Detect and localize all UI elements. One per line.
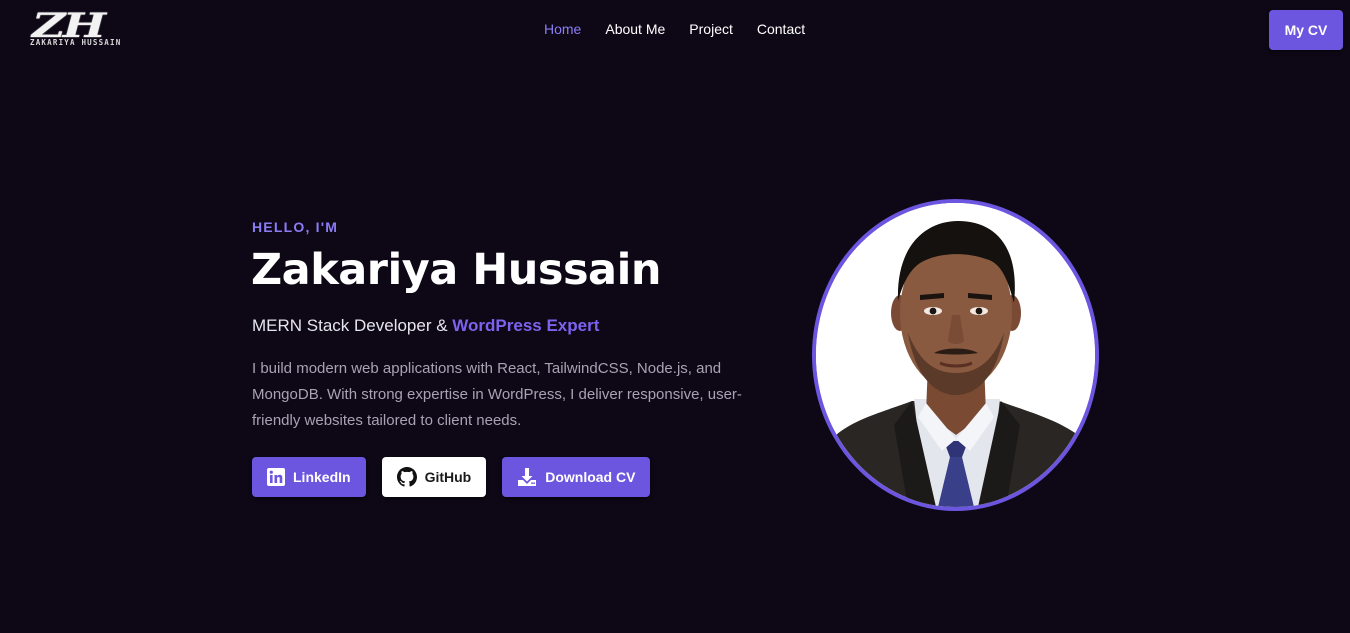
hero-description: I build modern web applications with Rea… bbox=[252, 360, 742, 429]
profile-photo bbox=[812, 199, 1099, 511]
nav-about-me[interactable]: About Me bbox=[605, 21, 665, 37]
nav-contact[interactable]: Contact bbox=[757, 21, 805, 37]
profile-portrait bbox=[816, 203, 1095, 507]
download-cv-button[interactable]: Download CV bbox=[502, 457, 651, 497]
role-prefix: MERN Stack Developer & bbox=[252, 316, 453, 335]
hero-name: Zakariya Hussain bbox=[251, 245, 661, 295]
hero-role: MERN Stack Developer & WordPress Expert bbox=[252, 316, 599, 336]
github-label: GitHub bbox=[424, 469, 472, 485]
github-button[interactable]: GitHub bbox=[381, 457, 487, 497]
github-icon bbox=[396, 467, 417, 487]
hero-greeting: HELLO, I'M bbox=[252, 219, 339, 235]
logo[interactable]: ZH ZAKARIYA HUSSAIN bbox=[30, 6, 160, 48]
linkedin-button[interactable]: LinkedIn bbox=[252, 457, 366, 497]
my-cv-button[interactable]: My CV bbox=[1269, 10, 1343, 50]
site-header: ZH ZAKARIYA HUSSAIN Home About Me Projec… bbox=[0, 0, 1350, 62]
download-cv-label: Download CV bbox=[545, 469, 636, 485]
role-highlight: WordPress Expert bbox=[452, 316, 600, 335]
hero-buttons: LinkedIn GitHub Download CV bbox=[252, 457, 651, 497]
linkedin-label: LinkedIn bbox=[293, 469, 351, 485]
download-icon bbox=[517, 467, 537, 487]
nav-home[interactable]: Home bbox=[544, 21, 581, 37]
linkedin-icon bbox=[267, 468, 285, 486]
main-nav: Home About Me Project Contact bbox=[544, 21, 805, 37]
nav-project[interactable]: Project bbox=[689, 21, 733, 37]
logo-subtitle: ZAKARIYA HUSSAIN bbox=[30, 38, 122, 47]
